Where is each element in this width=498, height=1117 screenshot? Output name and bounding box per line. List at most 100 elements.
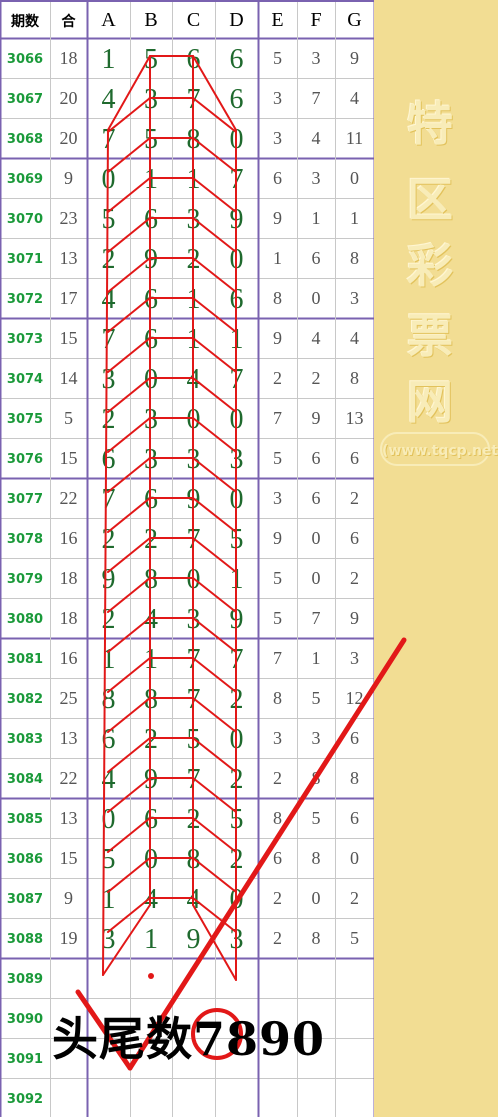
- cell-A: 0: [102, 164, 116, 195]
- cell-G: 2: [350, 568, 359, 588]
- cell-A: 0: [102, 804, 116, 835]
- cell-D: 5: [230, 524, 244, 555]
- header-cell: C: [187, 9, 200, 31]
- cell-D: 5: [230, 804, 244, 835]
- cell-G: 9: [350, 48, 359, 68]
- cell-period: 3072: [7, 292, 43, 307]
- cell-D: 2: [230, 684, 244, 715]
- header-cell: E: [271, 9, 283, 31]
- cell-G: 13: [346, 408, 364, 428]
- cell-F: 3: [312, 48, 321, 68]
- cell-E: 2: [273, 768, 282, 788]
- brand-char-2: 区: [407, 173, 453, 227]
- cell-period: 3075: [7, 412, 43, 427]
- cell-G: 12: [346, 688, 364, 708]
- cell-C: 5: [187, 724, 201, 755]
- cell-B: 0: [144, 844, 158, 875]
- cell-C: 0: [187, 564, 201, 595]
- cell-C: 7: [187, 84, 201, 115]
- cell-F: 4: [312, 328, 321, 348]
- cell-E: 5: [273, 448, 282, 468]
- cell-C: 3: [187, 204, 201, 235]
- cell-G: 9: [350, 608, 359, 628]
- cell-A: 4: [102, 84, 116, 115]
- cell-G: 2: [350, 888, 359, 908]
- cell-period: 3080: [7, 612, 43, 627]
- cell-F: 7: [312, 88, 321, 108]
- header-cell: F: [310, 9, 321, 31]
- cell-period: 3084: [7, 772, 43, 787]
- cell-G: 11: [346, 128, 363, 148]
- cell-E: 5: [273, 608, 282, 628]
- cell-A: 2: [102, 404, 116, 435]
- cell-period: 3082: [7, 692, 43, 707]
- cell-B: 4: [144, 884, 158, 915]
- cell-D: 0: [230, 484, 244, 515]
- cell-C: 9: [187, 924, 201, 955]
- cell-G: 8: [350, 768, 359, 788]
- cell-D: 7: [230, 644, 244, 675]
- cell-sum: 15: [60, 448, 78, 468]
- cell-sum: 18: [60, 608, 78, 628]
- cell-F: 0: [312, 888, 321, 908]
- cell-A: 3: [102, 364, 116, 395]
- cell-D: 0: [230, 124, 244, 155]
- cell-A: 2: [102, 524, 116, 555]
- cell-B: 3: [144, 404, 158, 435]
- cell-sum: 13: [60, 248, 78, 268]
- cell-sum: 23: [60, 208, 78, 228]
- cell-period: 3085: [7, 812, 43, 827]
- cell-B: 6: [144, 484, 158, 515]
- cell-period: 3068: [7, 132, 43, 147]
- cell-sum: 19: [60, 928, 78, 948]
- cell-period: 3078: [7, 532, 43, 547]
- cell-D: 0: [230, 884, 244, 915]
- header-cell: D: [229, 9, 243, 31]
- cell-period: 3087: [7, 892, 43, 907]
- cell-sum: 22: [60, 488, 78, 508]
- cell-sum: 18: [60, 48, 78, 68]
- cell-F: 0: [312, 528, 321, 548]
- cell-period: 3073: [7, 332, 43, 347]
- cell-C: 1: [187, 164, 201, 195]
- cell-E: 8: [273, 288, 282, 308]
- cell-F: 2: [312, 368, 321, 388]
- cell-D: 1: [230, 324, 244, 355]
- cell-F: 3: [312, 168, 321, 188]
- cell-D: 2: [230, 764, 244, 795]
- cell-period: 3089: [7, 972, 43, 987]
- cell-sum: 16: [60, 648, 78, 668]
- cell-E: 5: [273, 568, 282, 588]
- cell-A: 7: [102, 484, 116, 515]
- cell-E: 2: [273, 888, 282, 908]
- cell-sum: 9: [64, 168, 73, 188]
- cell-A: 8: [102, 684, 116, 715]
- cell-G: 1: [350, 208, 359, 228]
- brand-char-3: 彩: [407, 239, 453, 293]
- cell-period: 3070: [7, 212, 43, 227]
- cell-A: 7: [102, 324, 116, 355]
- cell-sum: 20: [60, 88, 78, 108]
- brand-char-1: 特: [407, 97, 453, 151]
- cell-G: 3: [350, 648, 359, 668]
- cell-F: 8: [312, 768, 321, 788]
- cell-B: 1: [144, 924, 158, 955]
- cell-sum: 20: [60, 128, 78, 148]
- cell-C: 4: [187, 884, 201, 915]
- cell-F: 0: [312, 568, 321, 588]
- brand-char-4: 票: [407, 309, 453, 363]
- cell-D: 7: [230, 364, 244, 395]
- cell-period: 3081: [7, 652, 43, 667]
- cell-D: 0: [230, 404, 244, 435]
- cell-A: 9: [102, 564, 116, 595]
- cell-C: 0: [187, 404, 201, 435]
- cell-sum: 15: [60, 848, 78, 868]
- cell-E: 8: [273, 688, 282, 708]
- cell-F: 6: [312, 488, 321, 508]
- prediction-note: 头尾数7890: [52, 1012, 326, 1066]
- cell-E: 6: [273, 168, 282, 188]
- cell-C: 2: [187, 804, 201, 835]
- cell-G: 4: [350, 88, 359, 108]
- cell-D: 2: [230, 844, 244, 875]
- brand-url: (www.tqcp.net): [380, 432, 498, 466]
